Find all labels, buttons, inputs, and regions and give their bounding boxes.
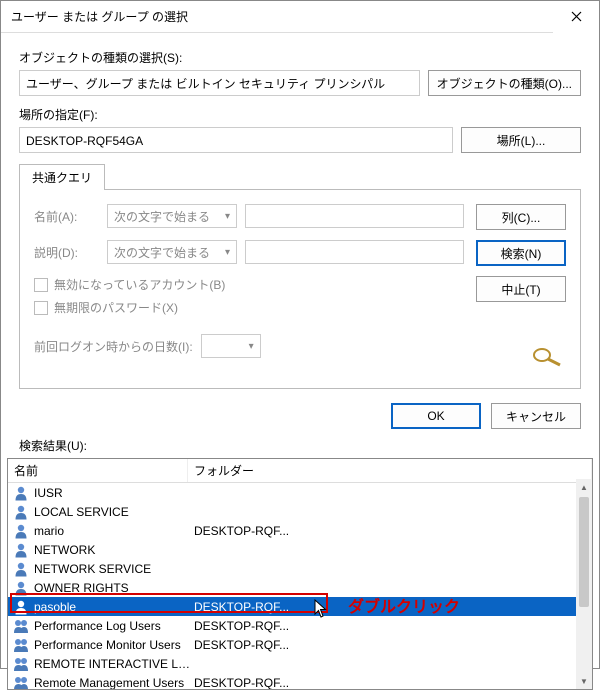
list-item[interactable]: Remote Management UsersDESKTOP-RQF...	[8, 673, 592, 690]
list-item[interactable]: Performance Log UsersDESKTOP-RQF...	[8, 616, 592, 635]
list-item[interactable]: NETWORK SERVICE	[8, 559, 592, 578]
list-item-name: REMOTE INTERACTIVE LOG...	[34, 657, 194, 671]
list-item-folder: DESKTOP-RQF...	[194, 619, 588, 633]
list-item-name: Remote Management Users	[34, 676, 194, 690]
results-header: 名前 フォルダー	[8, 459, 592, 483]
list-item-folder: DESKTOP-RQF...	[194, 638, 588, 652]
columns-button[interactable]: 列(C)...	[476, 204, 566, 230]
titlebar: ユーザー または グループ の選択	[1, 1, 599, 33]
list-item-name: OWNER RIGHTS	[34, 581, 194, 595]
cancel-button[interactable]: キャンセル	[491, 403, 581, 429]
list-item-name: NETWORK	[34, 543, 194, 557]
object-types-field[interactable]: ユーザー、グループ または ビルトイン セキュリティ プリンシパル	[19, 70, 420, 96]
list-item[interactable]: LOCAL SERVICE	[8, 502, 592, 521]
list-item-name: NETWORK SERVICE	[34, 562, 194, 576]
nonexpiring-pw-checkbox[interactable]	[34, 301, 48, 315]
name-input[interactable]	[245, 204, 464, 228]
desc-label: 説明(D):	[34, 244, 99, 261]
group-icon	[12, 618, 30, 634]
list-item[interactable]: NETWORK	[8, 540, 592, 559]
results-scrollbar[interactable]: ▲ ▼	[576, 479, 592, 689]
scroll-down-button[interactable]: ▼	[576, 673, 592, 689]
user-icon	[12, 561, 30, 577]
location-label: 場所の指定(F):	[19, 106, 581, 123]
disabled-accounts-label: 無効になっているアカウント(B)	[54, 276, 225, 293]
group-icon	[12, 675, 30, 690]
nonexpiring-pw-label: 無期限のパスワード(X)	[54, 299, 178, 316]
scroll-up-button[interactable]: ▲	[576, 479, 592, 495]
user-icon	[12, 504, 30, 520]
desc-mode-combo[interactable]: 次の文字で始まる ▾	[107, 240, 237, 264]
name-mode-combo[interactable]: 次の文字で始まる ▾	[107, 204, 237, 228]
last-logon-label: 前回ログオン時からの日数(I):	[34, 338, 193, 355]
chevron-down-icon: ▾	[225, 247, 230, 258]
list-item[interactable]: OWNER RIGHTS	[8, 578, 592, 597]
last-logon-combo[interactable]: ▾	[201, 334, 261, 358]
list-item[interactable]: pasobleDESKTOP-RQF...	[8, 597, 592, 616]
list-item-name: pasoble	[34, 600, 194, 614]
user-icon	[12, 580, 30, 596]
tab-panel-common-query: 名前(A): 次の文字で始まる ▾ 説明(D): 次の文字で始まる ▾	[19, 189, 581, 389]
list-item-name: IUSR	[34, 486, 194, 500]
search-button[interactable]: 検索(N)	[476, 240, 566, 266]
results-list: 名前 フォルダー IUSRLOCAL SERVICEmarioDESKTOP-R…	[7, 458, 593, 690]
search-icon	[530, 345, 566, 370]
group-icon	[12, 637, 30, 653]
list-item-folder: DESKTOP-RQF...	[194, 676, 588, 690]
close-icon	[571, 11, 582, 22]
ok-button[interactable]: OK	[391, 403, 481, 429]
results-label: 検索結果(U):	[1, 437, 599, 458]
list-item-name: LOCAL SERVICE	[34, 505, 194, 519]
scroll-thumb[interactable]	[579, 497, 589, 607]
list-item[interactable]: IUSR	[8, 483, 592, 502]
object-types-button[interactable]: オブジェクトの種類(O)...	[428, 70, 581, 96]
list-item-name: Performance Monitor Users	[34, 638, 194, 652]
close-button[interactable]	[553, 1, 599, 33]
chevron-down-icon: ▾	[225, 211, 230, 222]
list-item[interactable]: marioDESKTOP-RQF...	[8, 521, 592, 540]
list-item[interactable]: REMOTE INTERACTIVE LOG...	[8, 654, 592, 673]
desc-input[interactable]	[245, 240, 464, 264]
user-icon	[12, 523, 30, 539]
annotation-text: ダブルクリック	[348, 593, 460, 617]
user-icon	[12, 542, 30, 558]
query-tabs: 共通クエリ 名前(A): 次の文字で始まる ▾ 説明(D):	[19, 163, 581, 389]
tab-common-query[interactable]: 共通クエリ	[19, 164, 105, 190]
location-button[interactable]: 場所(L)...	[461, 127, 581, 153]
dialog-body: オブジェクトの種類の選択(S): ユーザー、グループ または ビルトイン セキュ…	[1, 33, 599, 389]
name-label: 名前(A):	[34, 208, 99, 225]
results-col-folder[interactable]: フォルダー	[188, 459, 592, 482]
list-item-name: Performance Log Users	[34, 619, 194, 633]
window-title: ユーザー または グループ の選択	[11, 8, 188, 25]
user-icon	[12, 599, 30, 615]
list-item-folder: DESKTOP-RQF...	[194, 524, 588, 538]
list-item[interactable]: Performance Monitor UsersDESKTOP-RQF...	[8, 635, 592, 654]
dialog-window: ユーザー または グループ の選択 オブジェクトの種類の選択(S): ユーザー、…	[0, 0, 600, 669]
results-col-name[interactable]: 名前	[8, 459, 188, 482]
group-icon	[12, 656, 30, 672]
user-icon	[12, 485, 30, 501]
stop-button[interactable]: 中止(T)	[476, 276, 566, 302]
disabled-accounts-checkbox[interactable]	[34, 278, 48, 292]
location-field[interactable]: DESKTOP-RQF54GA	[19, 127, 453, 153]
chevron-down-icon: ▾	[249, 341, 254, 352]
list-item-name: mario	[34, 524, 194, 538]
object-types-label: オブジェクトの種類の選択(S):	[19, 49, 581, 66]
